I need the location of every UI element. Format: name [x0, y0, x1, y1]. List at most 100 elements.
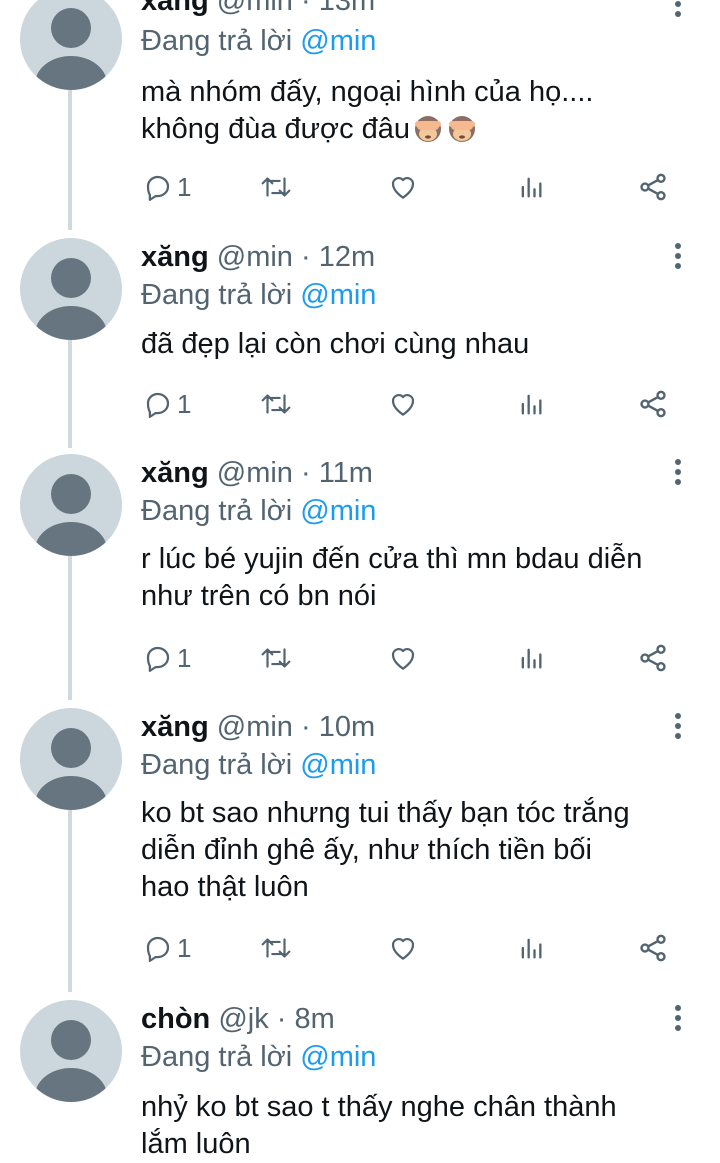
retweet-icon [261, 938, 291, 958]
reply-button[interactable]: 1 [143, 384, 191, 424]
tweet-header: xăng @min · 10m [141, 710, 375, 744]
tweet[interactable]: xăng @min · 13m Đang trả lời @min mà nhó… [0, 0, 720, 230]
avatar[interactable] [20, 454, 122, 556]
replying-to: Đang trả lời @min [141, 279, 377, 311]
avatar[interactable] [20, 1000, 122, 1102]
retweet-button[interactable] [259, 167, 293, 207]
more-options-button[interactable] [664, 1000, 692, 1036]
analytics-bars-icon [521, 648, 542, 669]
retweet-button[interactable] [259, 384, 293, 424]
author-meta: @min · 13m [216, 0, 376, 17]
reply-button[interactable]: 1 [143, 928, 191, 968]
share-icon [640, 173, 666, 201]
avatar[interactable] [20, 238, 122, 340]
speech-bubble-icon [146, 175, 170, 201]
tweet[interactable]: xăng @min · 11m Đang trả lời @min r lúc … [0, 448, 720, 702]
tweet-actions: 1 [141, 928, 681, 968]
reply-button[interactable]: 1 [143, 167, 191, 207]
author-meta: @min · 10m [216, 711, 376, 743]
tweet-text: đã đẹp lại còn chơi cùng nhau [141, 328, 530, 360]
tweet-header: xăng @min · 12m [141, 240, 375, 274]
heart-icon [391, 648, 415, 670]
analytics-button[interactable] [517, 638, 545, 678]
vertical-dots-icon [675, 243, 681, 249]
reply-count: 1 [177, 642, 192, 673]
author-name[interactable]: xăng [141, 711, 209, 743]
tweet[interactable]: xăng @min · 12m Đang trả lời @min đã đẹp… [0, 232, 720, 448]
author-name[interactable]: xăng [141, 457, 209, 489]
tweet[interactable]: chòn @jk · 8m Đang trả lời @min nhỷ ko b… [0, 994, 720, 1162]
avatar[interactable] [20, 708, 122, 810]
tweet-header: xăng @min · 11m [141, 456, 373, 490]
tweet-text: r lúc bé yujin đến cửa thì mn bdau diễn … [141, 543, 643, 612]
reply-handle-link[interactable]: @min [300, 749, 376, 781]
speech-bubble-icon [146, 646, 170, 672]
share-button[interactable] [637, 928, 669, 968]
more-options-button[interactable] [664, 238, 692, 274]
reply-handle-link[interactable]: @min [300, 495, 376, 527]
speech-bubble-icon [146, 392, 170, 418]
replying-to: Đang trả lời @min [141, 1041, 377, 1073]
reply-handle-link[interactable]: @min [300, 279, 376, 311]
author-meta: @min · 11m [216, 457, 373, 489]
like-button[interactable] [387, 384, 419, 424]
tweet-text: mà nhóm đấy, ngoại hình của họ.... không… [141, 76, 594, 145]
analytics-bars-icon [521, 394, 542, 415]
reply-handle-link[interactable]: @min [300, 1041, 376, 1073]
tweet-text: nhỷ ko bt sao t thấy nghe chân thành lắm… [141, 1091, 617, 1160]
reply-button[interactable]: 1 [143, 638, 191, 678]
like-button[interactable] [387, 638, 419, 678]
tweet[interactable]: xăng @min · 10m Đang trả lời @min ko bt … [0, 702, 720, 992]
vertical-dots-icon [675, 459, 681, 465]
analytics-button[interactable] [517, 928, 545, 968]
analytics-button[interactable] [517, 167, 545, 207]
reply-count: 1 [177, 171, 192, 202]
retweet-icon [261, 394, 291, 414]
default-avatar-icon [35, 1020, 107, 1102]
like-button[interactable] [387, 167, 419, 207]
heart-icon [391, 938, 415, 960]
share-button[interactable] [637, 167, 669, 207]
vertical-dots-icon [675, 1005, 681, 1011]
share-icon [640, 934, 666, 962]
retweet-icon [261, 648, 291, 668]
author-meta: @min · 12m [216, 241, 376, 273]
more-options-button[interactable] [664, 708, 692, 744]
default-avatar-icon [35, 8, 107, 90]
tweet-actions: 1 [141, 384, 681, 424]
default-avatar-icon [35, 728, 107, 810]
share-button[interactable] [637, 638, 669, 678]
retweet-button[interactable] [259, 638, 293, 678]
tweet-text: ko bt sao nhưng tui thấy bạn tóc trắng d… [141, 797, 630, 903]
vertical-dots-icon [675, 713, 681, 719]
replying-to: Đang trả lời @min [141, 749, 377, 781]
share-icon [640, 390, 666, 418]
default-avatar-icon [35, 474, 107, 556]
tweet-actions: 1 [141, 638, 681, 678]
reply-count: 1 [177, 932, 192, 963]
tweet-actions: 1 [141, 167, 681, 207]
retweet-icon [261, 177, 291, 197]
analytics-bars-icon [521, 177, 542, 198]
author-name[interactable]: xăng [141, 0, 209, 17]
more-options-button[interactable] [664, 0, 692, 22]
default-avatar-icon [35, 258, 107, 340]
replying-to: Đang trả lời @min [141, 25, 377, 57]
analytics-bars-icon [521, 938, 542, 959]
tweet-header: chòn @jk · 8m [141, 1002, 335, 1036]
see-no-evil-monkey-emoji [444, 113, 478, 145]
retweet-button[interactable] [259, 928, 293, 968]
share-button[interactable] [637, 384, 669, 424]
author-name[interactable]: xăng [141, 241, 209, 273]
author-name[interactable]: chòn [141, 1003, 210, 1035]
analytics-button[interactable] [517, 384, 545, 424]
heart-icon [391, 177, 415, 199]
more-options-button[interactable] [664, 454, 692, 490]
tweet-header: xăng @min · 13m [141, 0, 375, 18]
share-icon [640, 644, 666, 672]
see-no-evil-monkey-emoji [410, 113, 444, 145]
avatar[interactable] [20, 0, 122, 90]
like-button[interactable] [387, 928, 419, 968]
reply-handle-link[interactable]: @min [300, 25, 376, 57]
speech-bubble-icon [146, 936, 170, 962]
